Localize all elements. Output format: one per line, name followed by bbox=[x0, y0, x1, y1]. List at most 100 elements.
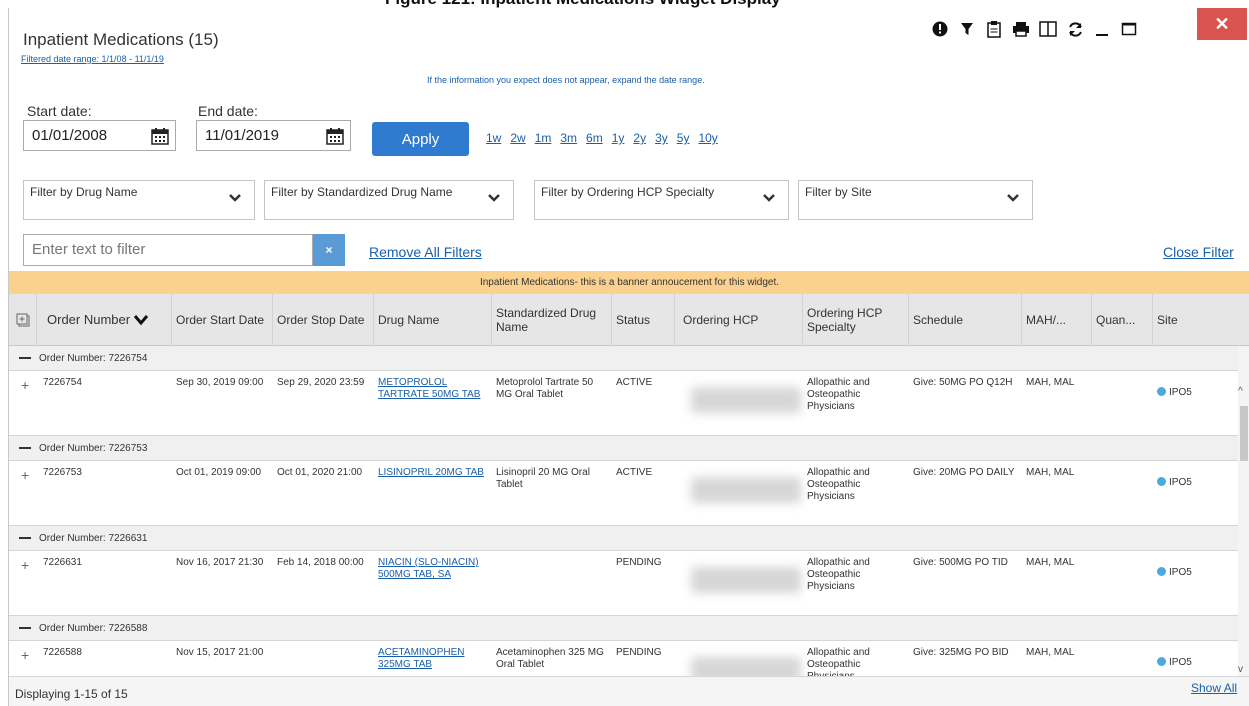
specialty-cell: Allopathic and Osteopathic Physicians bbox=[807, 557, 870, 592]
range-5y[interactable]: 5y bbox=[677, 131, 690, 145]
chevron-down-icon bbox=[763, 194, 775, 202]
group-header-label: Order Number: 7226753 bbox=[39, 442, 148, 454]
clear-filter-button[interactable]: × bbox=[313, 234, 345, 266]
schedule-cell: Give: 500MG PO TID bbox=[913, 557, 1008, 568]
scroll-up-icon[interactable]: ^ bbox=[1238, 386, 1243, 397]
collapse-icon[interactable] bbox=[19, 627, 31, 629]
calendar-icon[interactable] bbox=[326, 127, 344, 145]
column-order-start-date[interactable]: Order Start Date bbox=[172, 294, 273, 346]
filter-drug-name-select[interactable]: Filter by Drug Name bbox=[23, 180, 255, 220]
scroll-down-icon[interactable]: v bbox=[1238, 664, 1243, 675]
column-order-number[interactable]: Order Number bbox=[37, 294, 172, 346]
filtered-date-range-link[interactable]: Filtered date range: 1/1/08 - 11/1/19 bbox=[21, 54, 164, 64]
expand-row-icon[interactable]: + bbox=[21, 647, 29, 663]
drug-name-link[interactable]: ACETAMINOPHEN 325MG TAB bbox=[378, 647, 486, 671]
maximize-icon[interactable] bbox=[1118, 18, 1140, 40]
specialty-cell: Allopathic and Osteopathic Physicians bbox=[807, 377, 870, 412]
column-order-stop-date[interactable]: Order Stop Date bbox=[273, 294, 374, 346]
filter-text-placeholder: Enter text to filter bbox=[32, 241, 146, 258]
expand-row-icon[interactable]: + bbox=[21, 377, 29, 393]
show-all-link[interactable]: Show All bbox=[1191, 681, 1237, 695]
banner-announcement: Inpatient Medications- this is a banner … bbox=[9, 271, 1249, 294]
print-icon[interactable] bbox=[1010, 18, 1032, 40]
range-2y[interactable]: 2y bbox=[633, 131, 646, 145]
expand-all-icon[interactable] bbox=[9, 294, 37, 346]
close-filter-link[interactable]: Close Filter bbox=[1163, 244, 1234, 260]
expand-row-icon[interactable]: + bbox=[21, 467, 29, 483]
table-scrollbar[interactable]: ^ v bbox=[1238, 346, 1249, 676]
widget-title: Inpatient Medications (15) bbox=[23, 30, 219, 49]
start-date-value: 01/01/2008 bbox=[32, 127, 108, 144]
column-standardized-drug-name[interactable]: Standardized Drug Name bbox=[492, 294, 612, 346]
column-ordering-hcp-specialty[interactable]: Ordering HCP Specialty bbox=[803, 294, 909, 346]
close-button[interactable]: ✕ bbox=[1197, 8, 1247, 40]
standardized-drug-cell: Metoprolol Tartrate 50 MG Oral Tablet bbox=[496, 377, 594, 400]
range-10y[interactable]: 10y bbox=[698, 131, 717, 145]
collapse-icon[interactable] bbox=[19, 357, 31, 359]
schedule-cell: Give: 20MG PO DAILY bbox=[913, 467, 1015, 478]
group-header-row[interactable]: Order Number: 7226754 bbox=[9, 346, 1238, 371]
table-row[interactable]: + 7226753 Oct 01, 2019 09:00 Oct 01, 202… bbox=[9, 461, 1238, 526]
clipboard-icon[interactable] bbox=[983, 18, 1005, 40]
order-stop-cell: Feb 14, 2018 00:00 bbox=[277, 557, 364, 568]
drug-name-link[interactable]: LISINOPRIL 20MG TAB bbox=[378, 467, 486, 479]
column-status[interactable]: Status bbox=[612, 294, 675, 346]
filter-text-input[interactable]: Enter text to filter bbox=[23, 234, 313, 266]
group-header-label: Order Number: 7226754 bbox=[39, 352, 148, 364]
quick-date-ranges: 1w 2w 1m 3m 6m 1y 2y 3y 5y 10y bbox=[486, 131, 727, 145]
start-date-input[interactable]: 01/01/2008 bbox=[23, 120, 176, 151]
group-header-row[interactable]: Order Number: 7226631 bbox=[9, 526, 1238, 551]
chevron-down-icon bbox=[488, 194, 500, 202]
group-header-row[interactable]: Order Number: 7226753 bbox=[9, 436, 1238, 461]
column-site[interactable]: Site bbox=[1153, 294, 1238, 346]
displaying-count: Displaying 1-15 of 15 bbox=[15, 687, 128, 701]
range-3m[interactable]: 3m bbox=[560, 131, 577, 145]
info-icon[interactable] bbox=[929, 18, 951, 40]
order-number-cell: 7226754 bbox=[43, 377, 82, 388]
specialty-cell: Allopathic and Osteopathic Physicians bbox=[807, 467, 870, 502]
filter-standardized-drug-name-label: Filter by Standardized Drug Name bbox=[271, 185, 453, 199]
range-1m[interactable]: 1m bbox=[535, 131, 552, 145]
sort-down-icon bbox=[134, 315, 149, 325]
minimize-icon[interactable] bbox=[1091, 18, 1113, 40]
end-date-input[interactable]: 11/01/2019 bbox=[196, 120, 351, 151]
filter-drug-name-label: Filter by Drug Name bbox=[30, 185, 138, 199]
widget-toolbar bbox=[929, 18, 1145, 40]
group-header-row[interactable]: Order Number: 7226588 bbox=[9, 616, 1238, 641]
range-1y[interactable]: 1y bbox=[612, 131, 625, 145]
range-3y[interactable]: 3y bbox=[655, 131, 668, 145]
range-2w[interactable]: 2w bbox=[510, 131, 525, 145]
ordering-hcp-redacted bbox=[691, 657, 801, 676]
column-mah[interactable]: MAH/... bbox=[1022, 294, 1092, 346]
range-1w[interactable]: 1w bbox=[486, 131, 501, 145]
column-schedule[interactable]: Schedule bbox=[909, 294, 1022, 346]
drug-name-link[interactable]: METOPROLOL TARTRATE 50MG TAB bbox=[378, 377, 486, 401]
table-row[interactable]: + 7226588 Nov 15, 2017 21:00 ACETAMINOPH… bbox=[9, 641, 1238, 676]
scroll-thumb[interactable] bbox=[1240, 406, 1248, 461]
calendar-icon[interactable] bbox=[151, 127, 169, 145]
filter-standardized-drug-name-select[interactable]: Filter by Standardized Drug Name bbox=[264, 180, 514, 220]
collapse-icon[interactable] bbox=[19, 447, 31, 449]
range-6m[interactable]: 6m bbox=[586, 131, 603, 145]
collapse-icon[interactable] bbox=[19, 537, 31, 539]
filter-site-select[interactable]: Filter by Site bbox=[798, 180, 1033, 220]
refresh-icon[interactable] bbox=[1064, 18, 1086, 40]
expand-row-icon[interactable]: + bbox=[21, 557, 29, 573]
drug-name-link[interactable]: NIACIN (SLO-NIACIN) 500MG TAB, SA bbox=[378, 557, 486, 581]
columns-icon[interactable] bbox=[1037, 18, 1059, 40]
widget-footer: Displaying 1-15 of 15 Show All bbox=[9, 676, 1249, 706]
filter-icon[interactable] bbox=[956, 18, 978, 40]
table-row[interactable]: + 7226754 Sep 30, 2019 09:00 Sep 29, 202… bbox=[9, 371, 1238, 436]
column-ordering-hcp[interactable]: Ordering HCP bbox=[675, 294, 803, 346]
standardized-drug-cell: Acetaminophen 325 MG Oral Tablet bbox=[496, 647, 604, 670]
table-row[interactable]: + 7226631 Nov 16, 2017 21:30 Feb 14, 201… bbox=[9, 551, 1238, 616]
order-start-cell: Oct 01, 2019 09:00 bbox=[176, 467, 262, 478]
remove-all-filters-link[interactable]: Remove All Filters bbox=[369, 244, 482, 260]
end-date-label: End date: bbox=[198, 103, 258, 119]
site-cell: IPO5 bbox=[1157, 567, 1192, 579]
ordering-hcp-redacted bbox=[691, 477, 801, 503]
apply-button[interactable]: Apply bbox=[372, 122, 469, 156]
column-drug-name[interactable]: Drug Name bbox=[374, 294, 492, 346]
filter-ordering-hcp-specialty-select[interactable]: Filter by Ordering HCP Specialty bbox=[534, 180, 789, 220]
column-quantity[interactable]: Quan... bbox=[1092, 294, 1153, 346]
